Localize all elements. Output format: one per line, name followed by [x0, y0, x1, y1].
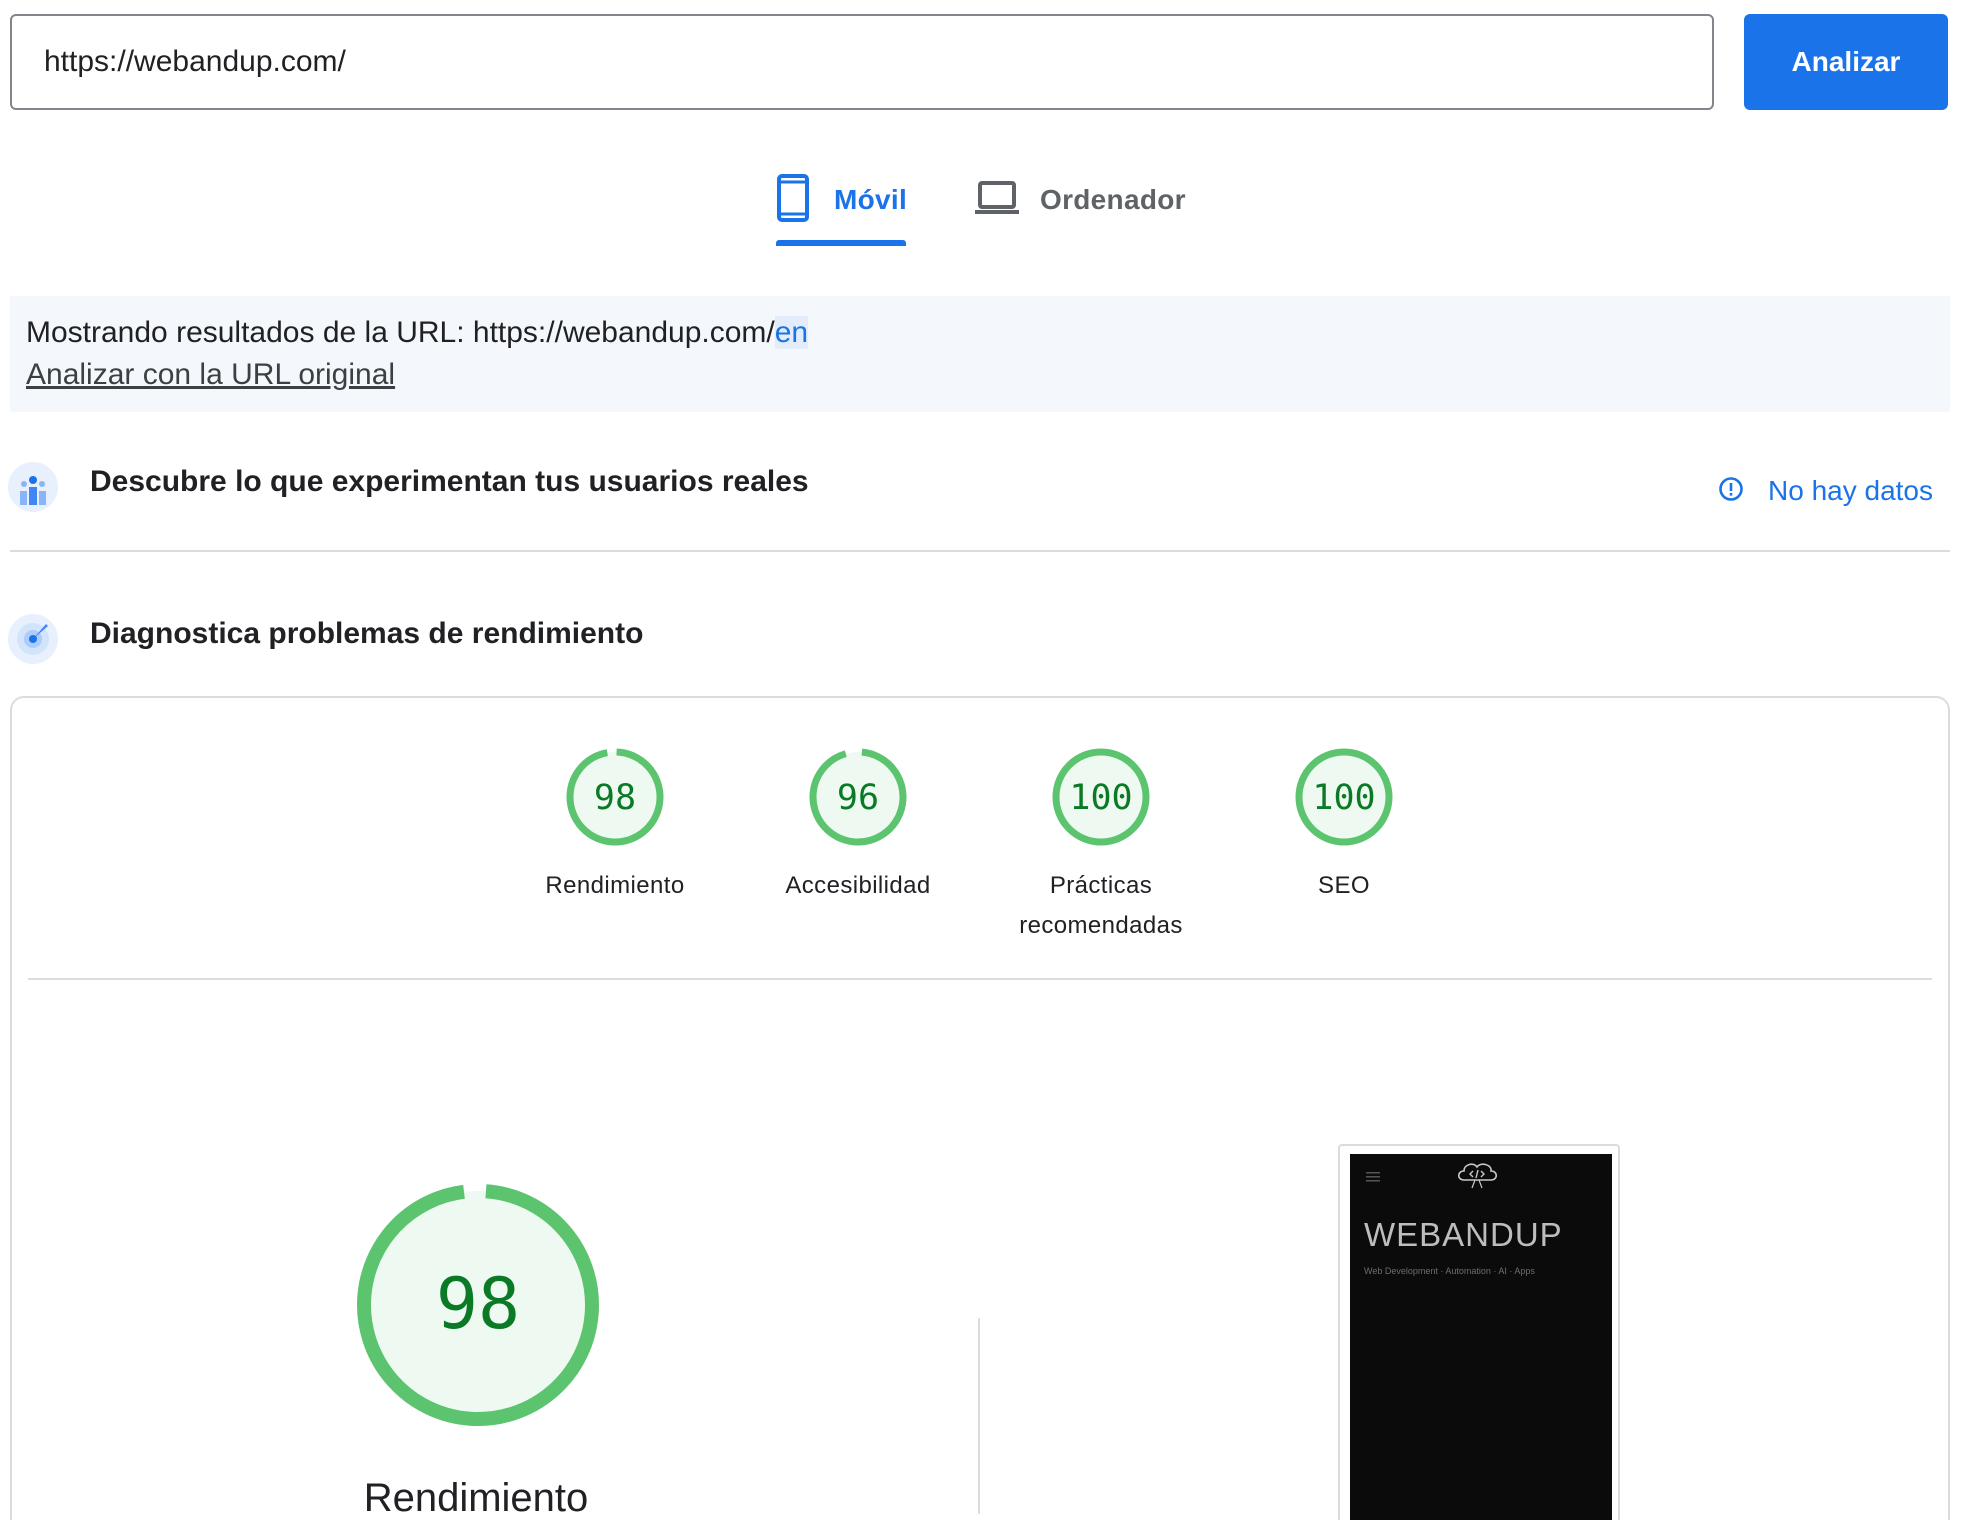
score-gauge-performance[interactable]: 98 — [565, 747, 665, 847]
screenshot-site-title: WEBANDUP — [1364, 1216, 1563, 1253]
cloud-code-logo-icon — [1454, 1158, 1500, 1197]
score-value: 100 — [1312, 778, 1375, 818]
redirect-notice — [10, 296, 1950, 412]
section-divider — [10, 550, 1950, 552]
field-data-title: Descubre lo que experimentan tus usuario… — [90, 465, 809, 498]
vertical-divider — [978, 1318, 980, 1514]
score-label-best-practices: Prácticas recomendadas — [1019, 872, 1183, 939]
analyze-button[interactable]: Analizar — [1744, 14, 1948, 110]
users-chart-icon — [8, 462, 58, 512]
laptop-icon — [974, 180, 1020, 221]
tab-desktop-label: Ordenador — [1040, 184, 1186, 215]
card-divider — [28, 978, 1932, 980]
score-label-accessibility: Accesibilidad — [785, 872, 931, 899]
score-label-performance: Rendimiento — [545, 872, 685, 899]
score-value: 96 — [837, 778, 879, 818]
no-data-status[interactable]: No hay datos — [1718, 466, 1933, 516]
tab-desktop[interactable]: Ordenador — [974, 168, 1186, 232]
report-card — [10, 696, 1950, 1520]
analyze-original-url-link[interactable]: Analizar con la URL original — [26, 358, 395, 392]
score-gauge-seo[interactable]: 100 — [1294, 747, 1394, 847]
notice-url-highlight: en — [774, 316, 809, 349]
tab-mobile-label: Móvil — [834, 184, 908, 215]
final-screenshot — [1350, 1154, 1612, 1520]
tab-mobile[interactable]: Móvil — [776, 168, 907, 232]
main-score-gauge: 98 — [356, 1183, 600, 1427]
lab-data-title: Diagnostica problemas de rendimiento — [90, 617, 644, 650]
notice-url: Mostrando resultados de la URL: https://… — [26, 316, 775, 349]
score-value: 98 — [594, 778, 636, 818]
screenshot-site-subtitle: Web Development · Automation · AI · Apps — [1364, 1266, 1535, 1276]
radar-icon — [8, 614, 58, 664]
info-icon — [1718, 476, 1744, 507]
notice-text: Mostrando resultados de la URL: https://… — [26, 316, 809, 350]
no-data-label: No hay datos — [1768, 475, 1933, 506]
main-score-value: 98 — [436, 1263, 520, 1345]
hamburger-menu-icon — [1366, 1170, 1382, 1188]
main-score-label: Rendimiento — [363, 1476, 589, 1520]
score-gauge-best-practices[interactable]: 100 — [1051, 747, 1151, 847]
score-label-seo: SEO — [1318, 872, 1370, 899]
phone-icon — [776, 173, 810, 228]
score-value: 100 — [1069, 778, 1132, 818]
url-input[interactable] — [10, 14, 1714, 110]
score-gauge-accessibility[interactable]: 96 — [808, 747, 908, 847]
active-tab-indicator — [776, 240, 906, 246]
